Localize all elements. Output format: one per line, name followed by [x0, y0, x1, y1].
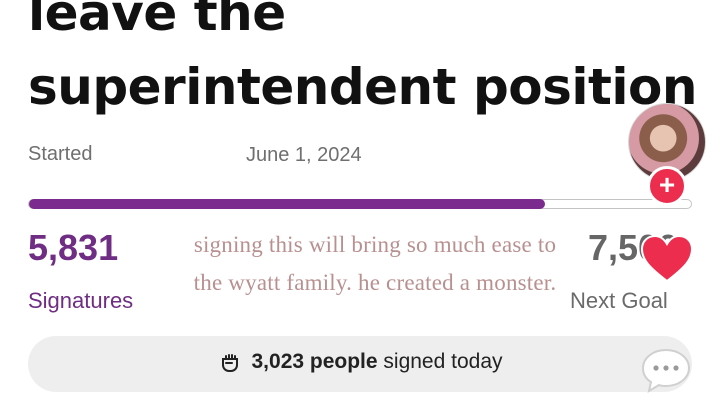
started-date: June 1, 2024 — [246, 144, 362, 166]
petition-title-line-2: superintendent position — [28, 58, 698, 116]
signed-today-count: 3,023 people — [251, 350, 378, 373]
signature-count: 5,831 — [28, 227, 119, 268]
petition-title-line-1: leave the — [28, 0, 286, 42]
signed-today-suffix: signed today — [383, 350, 503, 373]
video-caption-overlay: signing this will bring so much ease to … — [193, 232, 557, 295]
signature-progress-fill — [29, 198, 546, 209]
signature-progress-bar — [28, 198, 692, 209]
fist-icon — [221, 354, 238, 372]
comment-icon[interactable] — [640, 346, 692, 394]
heart-icon[interactable] — [640, 234, 694, 284]
signature-label: Signatures — [28, 288, 134, 313]
goal-label: Next Goal — [570, 288, 668, 313]
follow-plus-icon[interactable]: + — [647, 166, 687, 206]
started-label: Started — [28, 143, 93, 165]
signed-today-banner: 3,023 people signed today — [28, 336, 692, 392]
